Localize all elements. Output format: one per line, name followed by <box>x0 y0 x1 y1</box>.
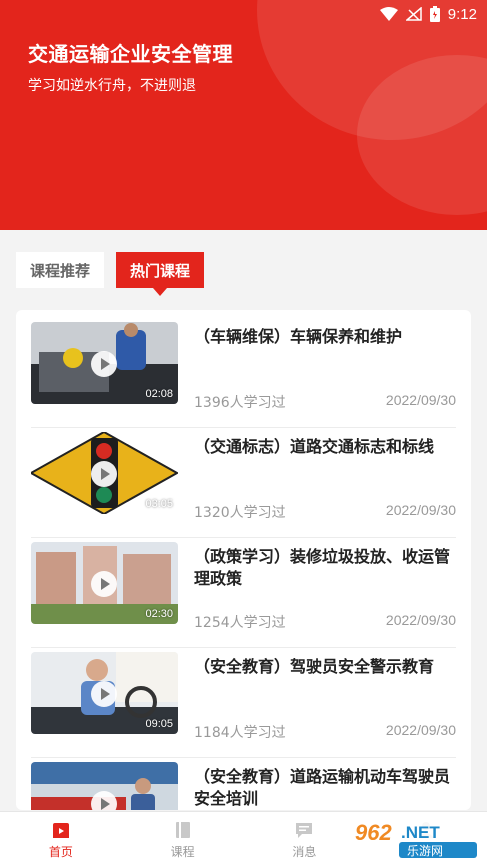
course-item[interactable]: 03:05 （交通标志）道路交通标志和标线 1320人学习过 2022/09/3… <box>31 428 456 538</box>
course-date: 2022/09/30 <box>385 612 456 628</box>
play-icon[interactable] <box>91 351 117 377</box>
course-thumbnail[interactable]: 02:30 <box>31 542 178 624</box>
nav-messages[interactable]: 消息 <box>244 812 366 865</box>
video-duration: 03:05 <box>145 498 173 510</box>
signal-off-icon <box>405 7 422 21</box>
nav-label: 课程 <box>170 845 195 859</box>
svg-text:.NET: .NET <box>401 823 440 842</box>
video-duration: 09:05 <box>145 718 173 730</box>
book-icon <box>175 822 190 838</box>
course-date: 2022/09/30 <box>385 392 456 408</box>
course-thumbnail[interactable]: 03:05 <box>31 432 178 514</box>
page-title: 交通运输企业安全管理 <box>28 42 233 66</box>
course-title: （安全教育）道路运输机动车驾驶员安全培训 <box>194 767 451 808</box>
status-time: 9:12 <box>447 5 477 23</box>
home-icon <box>52 823 69 838</box>
course-thumbnail[interactable] <box>31 762 178 810</box>
course-list: 02:08 （车辆维保）车辆保养和维护 1396人学习过 2022/09/30 … <box>16 310 471 810</box>
video-duration: 02:08 <box>145 388 173 400</box>
course-title: （交通标志）道路交通标志和标线 <box>194 437 435 456</box>
tab-label: 课程推荐 <box>30 261 91 280</box>
play-icon[interactable] <box>91 791 117 810</box>
play-icon[interactable] <box>91 461 117 487</box>
nav-label: 消息 <box>292 845 317 859</box>
learner-count: 1396人学习过 <box>194 395 286 411</box>
message-icon <box>296 823 313 838</box>
site-watermark-logo: 962 .NET 乐游网 <box>351 818 481 860</box>
course-thumbnail[interactable]: 02:08 <box>31 322 178 404</box>
course-item[interactable]: （安全教育）道路运输机动车驾驶员安全培训 <box>31 758 456 810</box>
course-tabs: 课程推荐 热门课程 <box>16 252 205 296</box>
learner-count: 1184人学习过 <box>194 725 286 741</box>
play-icon[interactable] <box>91 571 117 597</box>
learner-count: 1320人学习过 <box>194 505 286 521</box>
active-tab-caret <box>153 288 168 296</box>
course-date: 2022/09/30 <box>385 502 456 518</box>
video-duration: 02:30 <box>145 608 173 620</box>
course-thumbnail[interactable]: 09:05 <box>31 652 178 734</box>
tab-recommended[interactable]: 课程推荐 <box>16 252 105 288</box>
tab-label: 热门课程 <box>130 261 191 280</box>
course-title: （安全教育）驾驶员安全警示教育 <box>194 657 435 676</box>
svg-text:962: 962 <box>355 820 392 845</box>
battery-icon <box>429 6 440 22</box>
course-date: 2022/09/30 <box>385 722 456 738</box>
nav-courses[interactable]: 课程 <box>122 812 244 865</box>
nav-label: 首页 <box>48 845 73 859</box>
status-bar: 9:12 <box>379 4 477 24</box>
svg-text:乐游网: 乐游网 <box>407 844 443 858</box>
course-item[interactable]: 02:30 （政策学习）装修垃圾投放、收运管理政策 1254人学习过 2022/… <box>31 538 456 648</box>
course-item[interactable]: 02:08 （车辆维保）车辆保养和维护 1396人学习过 2022/09/30 <box>31 318 456 428</box>
learner-count: 1254人学习过 <box>194 615 286 631</box>
wifi-icon <box>379 7 398 21</box>
app-header: 9:12 交通运输企业安全管理 学习如逆水行舟，不进则退 <box>0 0 487 230</box>
course-item[interactable]: 09:05 （安全教育）驾驶员安全警示教育 1184人学习过 2022/09/3… <box>31 648 456 758</box>
tab-popular[interactable]: 热门课程 <box>116 252 205 296</box>
page-subtitle: 学习如逆水行舟，不进则退 <box>28 78 196 94</box>
course-title: （政策学习）装修垃圾投放、收运管理政策 <box>194 547 451 588</box>
course-title: （车辆维保）车辆保养和维护 <box>194 327 403 346</box>
play-icon[interactable] <box>91 681 117 707</box>
nav-home[interactable]: 首页 <box>0 812 122 865</box>
